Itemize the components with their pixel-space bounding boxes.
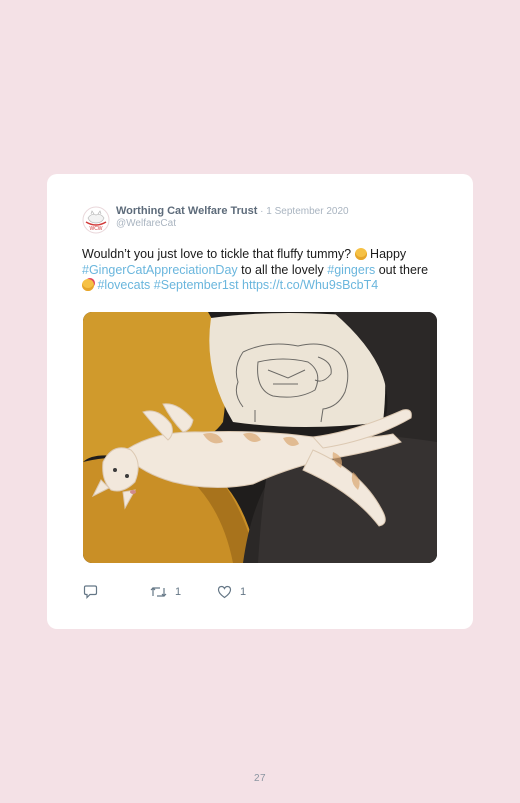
hashtag-link[interactable]: #lovecats bbox=[97, 278, 150, 292]
page-number: 27 bbox=[253, 773, 267, 784]
tweet-card: WCW Worthing Cat Welfare Trust · 1 Septe… bbox=[47, 174, 473, 629]
tweet-text-part: Happy bbox=[366, 247, 407, 261]
hashtag-link[interactable]: #gingers bbox=[327, 263, 375, 277]
svg-text:WCW: WCW bbox=[89, 226, 102, 232]
tweet-header: WCW Worthing Cat Welfare Trust · 1 Septe… bbox=[82, 202, 452, 236]
hashtag-link[interactable]: #September1st bbox=[154, 278, 239, 292]
like-count: 1 bbox=[240, 586, 247, 598]
tweet-date[interactable]: 1 September 2020 bbox=[266, 206, 348, 217]
like-button[interactable]: 1 bbox=[217, 583, 246, 601]
retweet-button[interactable]: 1 bbox=[150, 583, 181, 601]
reply-icon bbox=[83, 585, 98, 599]
display-name[interactable]: Worthing Cat Welfare Trust bbox=[116, 205, 257, 217]
user-handle[interactable]: @WelfareCat bbox=[116, 218, 176, 230]
tweet-text-part: Wouldn’t you just love to tickle that fl… bbox=[82, 247, 355, 261]
hashtag-link[interactable]: #GingerCatAppreciationDay bbox=[82, 263, 238, 277]
avatar[interactable]: WCW bbox=[82, 206, 110, 234]
name-date-separator: · bbox=[257, 206, 267, 217]
smiling-face-with-hearts-emoji-icon bbox=[82, 279, 94, 291]
tweet-url-link[interactable]: https://t.co/Whu9sBcbT4 bbox=[242, 278, 378, 292]
retweet-count: 1 bbox=[175, 586, 182, 598]
tweet-text-part: to all the lovely bbox=[237, 262, 328, 277]
tweet-text: Wouldn’t you just love to tickle that fl… bbox=[82, 247, 442, 294]
heart-icon bbox=[217, 585, 232, 599]
tweet-text-part: out there bbox=[375, 262, 429, 277]
ginger-cat-photo-illustration bbox=[83, 312, 437, 563]
tweet-actions: 1 1 bbox=[83, 583, 283, 601]
tweet-photo[interactable] bbox=[83, 312, 437, 563]
retweet-icon bbox=[150, 587, 167, 597]
smiling-face-emoji-icon bbox=[354, 248, 367, 260]
reply-button[interactable] bbox=[83, 583, 98, 601]
